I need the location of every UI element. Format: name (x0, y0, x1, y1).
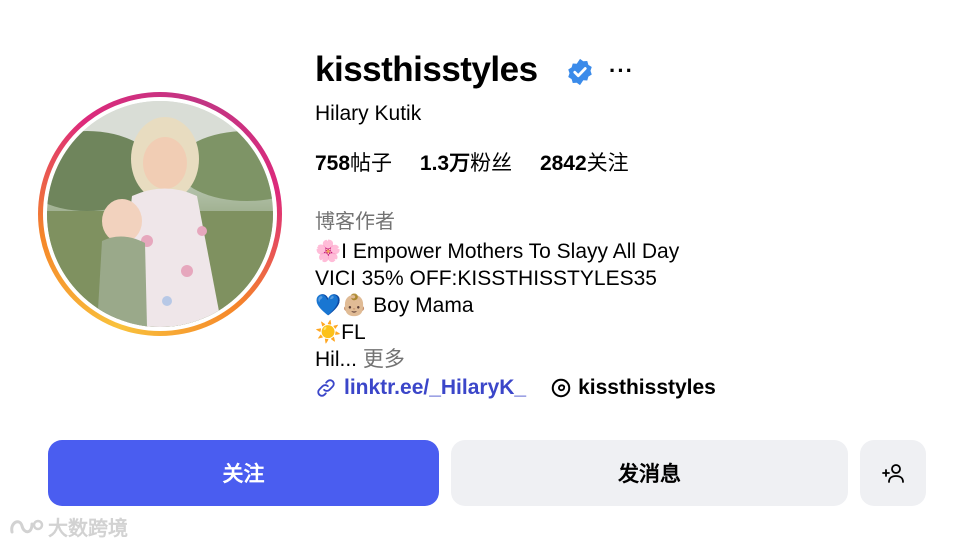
stat-posts-label: 帖子 (350, 152, 393, 175)
bio-line: VICI 35% OFF:KISSTHISSTYLES35 (315, 267, 657, 290)
profile-username: kissthisstyles (315, 50, 538, 89)
profile-links: linktr.ee/_HilaryK_ kissthisstyles (315, 376, 716, 400)
avatar[interactable] (47, 101, 273, 327)
profile-stats: 758帖子 1.3万粉丝 2842关注 (315, 147, 651, 177)
profile-external-link[interactable]: linktr.ee/_HilaryK_ (344, 376, 526, 400)
message-button[interactable]: 发消息 (451, 440, 848, 506)
avatar-photo (47, 101, 273, 327)
threads-handle-link[interactable]: kissthisstyles (578, 376, 716, 400)
suggest-accounts-button[interactable] (860, 440, 926, 506)
watermark: 大数跨境 (8, 512, 128, 541)
watermark-logo-icon (10, 519, 44, 533)
follow-button[interactable]: 关注 (48, 440, 439, 506)
profile-full-name: Hilary Kutik (315, 102, 422, 125)
add-person-icon (882, 464, 904, 483)
watermark-text: 大数跨境 (48, 518, 128, 540)
more-options-button[interactable]: ··· (609, 58, 634, 84)
bio-line-truncated: Hil... 更多 (315, 346, 679, 373)
stat-posts-value: 758 (315, 152, 351, 175)
bio-more-link[interactable]: 更多 (363, 348, 405, 371)
profile-category: 博客作者 (315, 211, 395, 233)
stat-following[interactable]: 2842关注 (540, 152, 629, 175)
story-ring[interactable] (38, 92, 282, 336)
stat-posts: 758帖子 (315, 152, 392, 175)
bio-truncated-text: Hil... (315, 348, 357, 371)
bio-line: 💙👶🏼 Boy Mama (315, 294, 474, 317)
avatar-border (43, 97, 277, 331)
link-icon (317, 379, 335, 397)
stat-followers-value: 1.3万 (419, 152, 471, 175)
bio-line: ☀️FL (315, 321, 366, 344)
bio-line: 🌸I Empower Mothers To Slayy All Day (315, 240, 680, 263)
stat-following-value: 2842 (539, 152, 587, 175)
stat-followers-label: 粉丝 (470, 152, 513, 175)
stat-followers[interactable]: 1.3万粉丝 (420, 152, 512, 175)
verified-badge-icon (568, 58, 592, 86)
threads-icon (551, 378, 571, 398)
profile-bio: 🌸I Empower Mothers To Slayy All Day VICI… (315, 238, 679, 373)
stat-following-label: 关注 (586, 152, 629, 175)
